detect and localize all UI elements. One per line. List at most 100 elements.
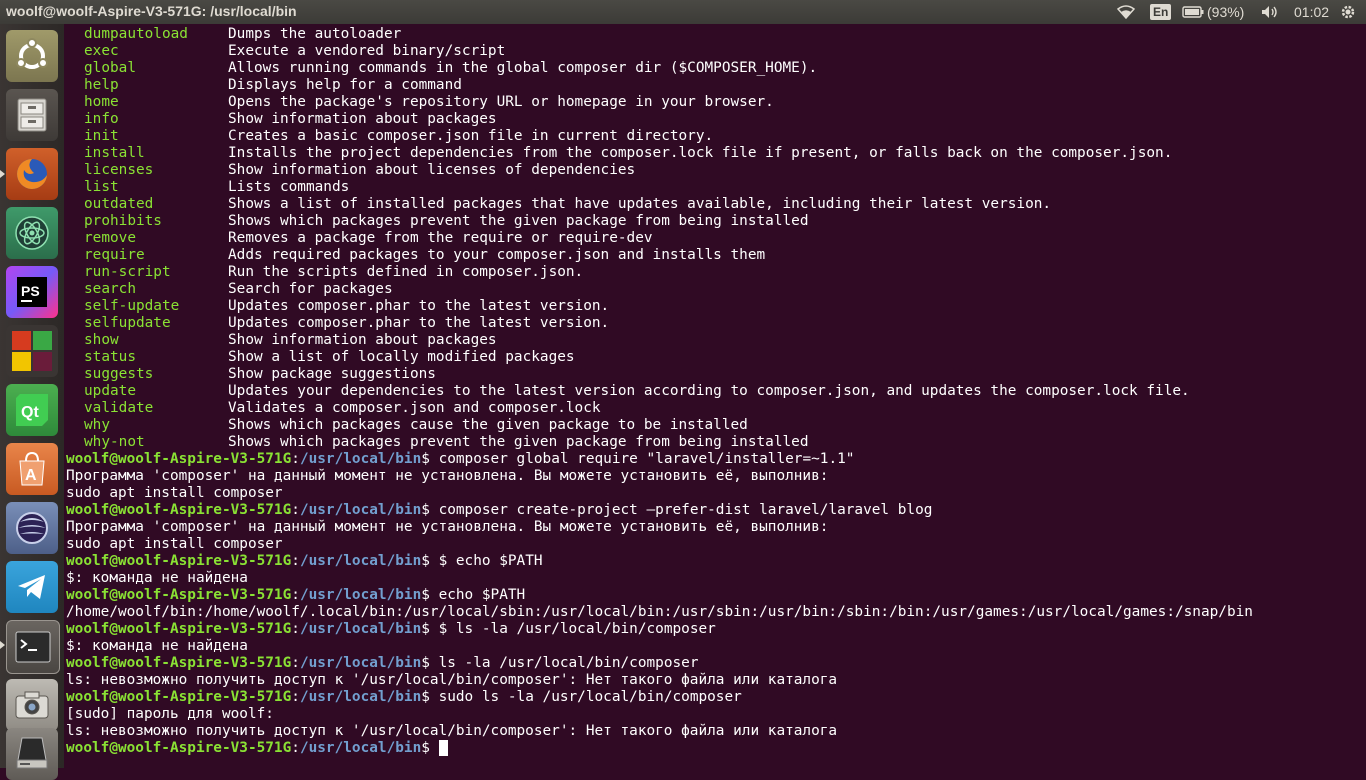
- command-description: Adds required packages to your composer.…: [228, 247, 766, 263]
- keyboard-layout-indicator[interactable]: En: [1150, 0, 1172, 24]
- drive-icon: [16, 737, 48, 769]
- command-row: status Show a list of locally modified pa…: [64, 349, 1366, 366]
- command-description: Installs the project dependencies from t…: [228, 145, 1173, 161]
- prompt-path: /usr/local/bin: [299, 587, 422, 603]
- command-row: dumpautoload Dumps the autoloader: [64, 26, 1366, 43]
- prompt-separator: :: [291, 655, 300, 671]
- clock[interactable]: 01:02: [1294, 0, 1329, 24]
- launcher-item-atom[interactable]: [6, 207, 58, 259]
- prompt-line: woolf@woolf-Aspire-V3-571G:/usr/local/bi…: [64, 689, 1366, 706]
- command-text: echo $PATH: [438, 587, 526, 603]
- command-row: self-update Updates composer.phar to the …: [64, 298, 1366, 315]
- command-name: home: [84, 94, 119, 110]
- command-text: sudo ls -la /usr/local/bin/composer: [438, 689, 742, 705]
- output-text: [sudo] пароль для woolf:: [66, 706, 274, 722]
- output-text: Программа 'composer' на данный момент не…: [66, 519, 829, 535]
- running-indicator: [0, 170, 5, 178]
- workspace-switcher-icon: [12, 331, 52, 371]
- window-title: woolf@woolf-Aspire-V3-571G: /usr/local/b…: [6, 3, 297, 19]
- command-row: selfupdate Updates composer.phar to the l…: [64, 315, 1366, 332]
- launcher-item-files[interactable]: [6, 89, 58, 141]
- command-row: require Adds required packages to your co…: [64, 247, 1366, 264]
- output-line: ls: невозможно получить доступ к '/usr/l…: [64, 723, 1366, 740]
- prompt-line: woolf@woolf-Aspire-V3-571G:/usr/local/bi…: [64, 553, 1366, 570]
- command-description: Execute a vendored binary/script: [228, 43, 506, 59]
- prompt: woolf@woolf-Aspire-V3-571G:/usr/local/bi…: [66, 740, 448, 757]
- prompt: woolf@woolf-Aspire-V3-571G:/usr/local/bi…: [66, 553, 543, 570]
- command-description: Dumps the autoloader: [228, 26, 402, 42]
- launcher-item-dash[interactable]: [6, 30, 58, 82]
- eclipse-icon: [16, 512, 48, 544]
- prompt-line: woolf@woolf-Aspire-V3-571G:/usr/local/bi…: [64, 621, 1366, 638]
- prompt: woolf@woolf-Aspire-V3-571G:/usr/local/bi…: [66, 502, 932, 519]
- command-name: init: [84, 128, 119, 144]
- software-center-icon: A: [19, 451, 45, 486]
- prompt: woolf@woolf-Aspire-V3-571G:/usr/local/bi…: [66, 587, 525, 604]
- camera-icon: [15, 691, 49, 719]
- firefox-icon: [17, 159, 47, 189]
- command-row: why Shows which packages cause the given …: [64, 417, 1366, 434]
- telegram-icon: [18, 575, 45, 599]
- output-line: ls: невозможно получить доступ к '/usr/l…: [64, 672, 1366, 689]
- command-name: why: [84, 417, 110, 433]
- prompt-symbol: $: [421, 655, 439, 671]
- output-text: /home/woolf/bin:/home/woolf/.local/bin:/…: [66, 604, 1253, 620]
- launcher-item-firefox[interactable]: [6, 148, 58, 200]
- prompt-user: woolf@woolf-Aspire-V3-571G: [66, 655, 292, 671]
- command-row: exec Execute a vendored binary/script: [64, 43, 1366, 60]
- output-line: Программа 'composer' на данный момент не…: [64, 468, 1366, 485]
- session-menu[interactable]: [1340, 0, 1356, 24]
- command-name: why-not: [84, 434, 145, 450]
- launcher-item-telegram[interactable]: [6, 561, 58, 613]
- wifi-icon: [1117, 5, 1135, 19]
- output-text: ls: невозможно получить доступ к '/usr/l…: [66, 672, 838, 688]
- launcher-item-software[interactable]: A: [6, 443, 58, 495]
- command-row: prohibits Shows which packages prevent th…: [64, 213, 1366, 230]
- terminal-window[interactable]: dumpautoload Dumps the autoloader exec Exec…: [64, 24, 1366, 770]
- command-name: outdated: [84, 196, 154, 212]
- command-text: composer create-project —prefer-dist lar…: [438, 502, 933, 518]
- gear-icon: [1341, 5, 1355, 19]
- prompt-path: /usr/local/bin: [299, 655, 422, 671]
- command-description: Shows which packages prevent the given p…: [228, 213, 809, 229]
- prompt-user: woolf@woolf-Aspire-V3-571G: [66, 621, 292, 637]
- sound-indicator[interactable]: [1261, 0, 1279, 24]
- wifi-indicator[interactable]: [1117, 0, 1135, 24]
- launcher-item-terminal[interactable]: [6, 620, 60, 674]
- command-row: outdated Shows a list of installed packag…: [64, 196, 1366, 213]
- prompt-path: /usr/local/bin: [299, 740, 422, 756]
- launcher-item-drive[interactable]: [6, 728, 58, 780]
- command-row: init Creates a basic composer.json file i…: [64, 128, 1366, 145]
- battery-icon: [1182, 6, 1204, 18]
- command-description: Updates composer.phar to the latest vers…: [228, 315, 610, 331]
- command-name: help: [84, 77, 119, 93]
- command-row: home Opens the package's repository URL o…: [64, 94, 1366, 111]
- launcher-item-qt-creator[interactable]: Qt: [6, 384, 58, 436]
- output-line: [sudo] пароль для woolf:: [64, 706, 1366, 723]
- command-name: search: [84, 281, 136, 297]
- prompt-symbol: $: [421, 553, 439, 569]
- text-cursor[interactable]: [438, 740, 448, 756]
- prompt-separator: :: [291, 689, 300, 705]
- launcher-item-camera[interactable]: [6, 679, 58, 731]
- command-row: suggests Show package suggestions: [64, 366, 1366, 383]
- command-row: global Allows running commands in the glo…: [64, 60, 1366, 77]
- output-text: sudo apt install composer: [66, 536, 283, 552]
- battery-indicator[interactable]: (93%): [1182, 0, 1244, 24]
- prompt: woolf@woolf-Aspire-V3-571G:/usr/local/bi…: [66, 451, 854, 468]
- prompt-separator: :: [291, 553, 300, 569]
- launcher-item-eclipse[interactable]: [6, 502, 58, 554]
- atom-icon: [15, 216, 49, 250]
- launcher-item-phpstorm[interactable]: PS: [6, 266, 58, 318]
- output-line: sudo apt install composer: [64, 536, 1366, 553]
- prompt: woolf@woolf-Aspire-V3-571G:/usr/local/bi…: [66, 689, 742, 706]
- command-row: list Lists commands: [64, 179, 1366, 196]
- command-row: search Search for packages: [64, 281, 1366, 298]
- prompt-line: woolf@woolf-Aspire-V3-571G:/usr/local/bi…: [64, 655, 1366, 672]
- launcher-item-workspaces[interactable]: [6, 325, 58, 377]
- ubuntu-logo-icon: [16, 38, 48, 69]
- command-name: install: [84, 145, 145, 161]
- prompt-line: woolf@woolf-Aspire-V3-571G:/usr/local/bi…: [64, 502, 1366, 519]
- output-line: sudo apt install composer: [64, 485, 1366, 502]
- command-description: Displays help for a command: [228, 77, 462, 93]
